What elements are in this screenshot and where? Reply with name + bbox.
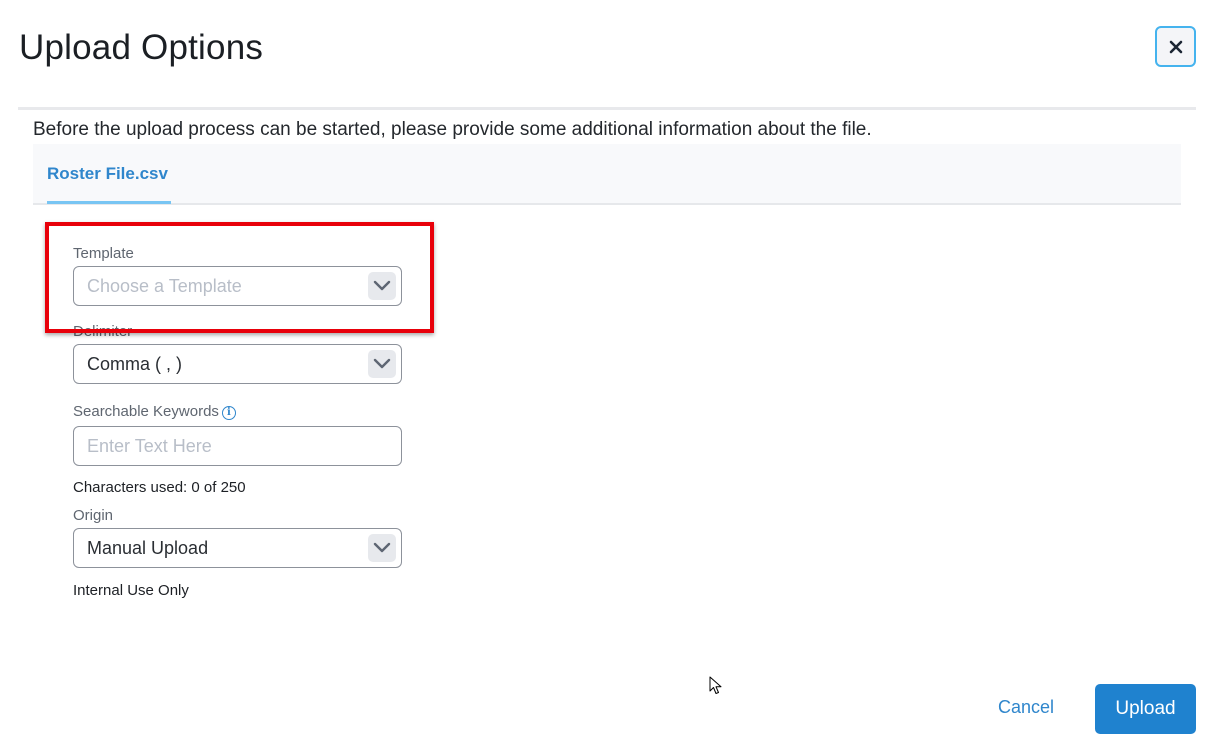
tab-roster-file[interactable]: Roster File.csv	[47, 144, 168, 203]
chevron-down-icon[interactable]	[368, 534, 396, 562]
upload-button[interactable]: Upload	[1095, 684, 1196, 734]
info-icon[interactable]: i	[221, 405, 236, 420]
chevron-down-icon[interactable]	[368, 350, 396, 378]
file-tab-bar: Roster File.csv	[33, 144, 1181, 205]
cancel-button[interactable]: Cancel	[998, 697, 1054, 718]
keywords-label: Searchable Keywords i	[73, 403, 236, 420]
dialog-title: Upload Options	[19, 28, 264, 67]
delimiter-value: Comma ( , )	[87, 353, 183, 374]
chevron-down-icon[interactable]	[368, 272, 396, 300]
template-placeholder: Choose a Template	[87, 275, 242, 296]
active-tab-indicator	[47, 201, 171, 204]
origin-value: Manual Upload	[87, 537, 209, 558]
delimiter-select[interactable]: Comma ( , )	[73, 344, 402, 384]
delimiter-label: Delimiter	[73, 323, 133, 340]
origin-select[interactable]: Manual Upload	[73, 528, 402, 568]
template-label: Template	[73, 245, 134, 262]
mouse-cursor-icon	[709, 676, 722, 694]
close-icon	[1169, 40, 1182, 53]
keywords-char-counter: Characters used: 0 of 250	[73, 479, 246, 496]
origin-label: Origin	[73, 507, 114, 524]
keywords-placeholder: Enter Text Here	[87, 435, 212, 456]
keywords-input[interactable]: Enter Text Here	[73, 426, 402, 466]
close-button[interactable]	[1155, 26, 1196, 67]
origin-note: Internal Use Only	[73, 582, 189, 599]
header-divider	[18, 107, 1196, 110]
template-select[interactable]: Choose a Template	[73, 266, 402, 306]
keywords-label-text: Searchable Keywords	[73, 403, 219, 420]
intro-text: Before the upload process can be started…	[33, 119, 872, 140]
